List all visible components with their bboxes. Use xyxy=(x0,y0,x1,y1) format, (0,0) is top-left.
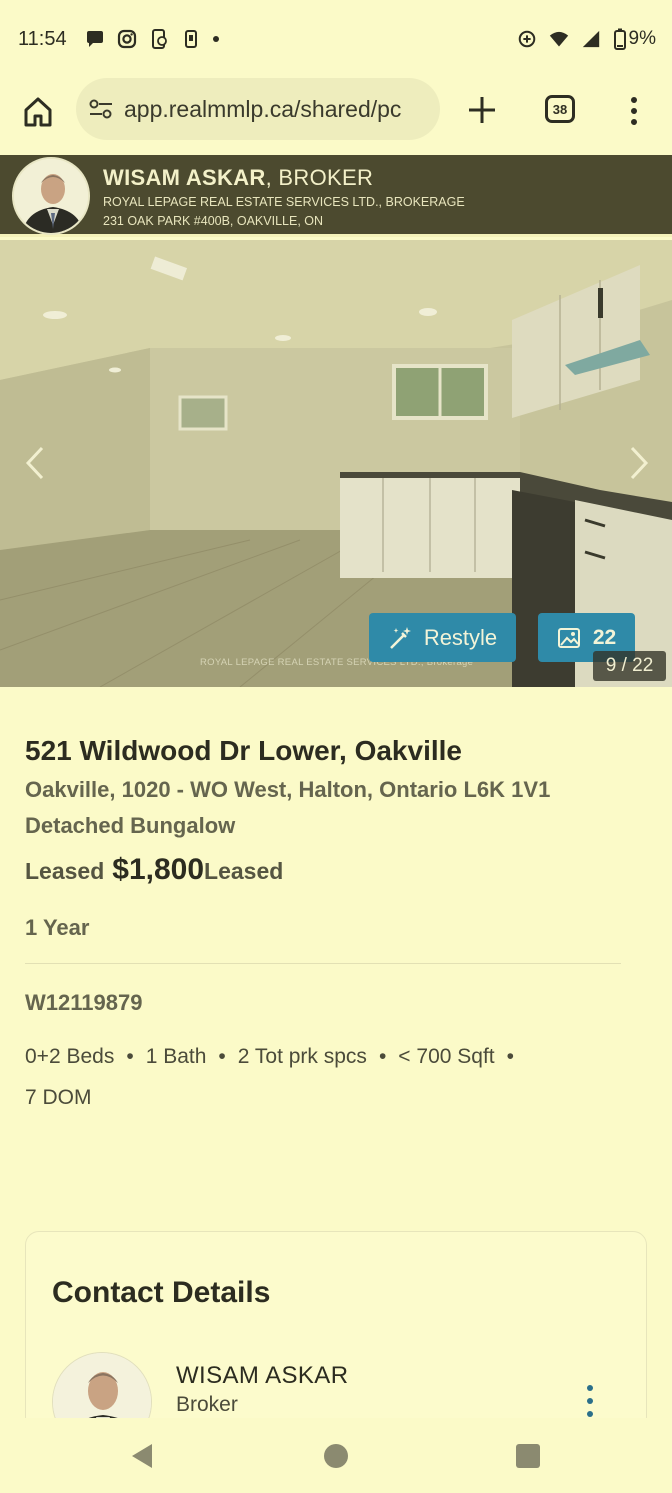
contact-heading: Contact Details xyxy=(52,1276,271,1309)
plus-icon xyxy=(469,97,495,123)
lease-term: 1 Year xyxy=(25,915,90,940)
listing-facts: 0+2 Beds • 1 Bath • 2 Tot prk spcs • < 700 Sqf… xyxy=(25,1036,625,1118)
price-row: Leased $1,800 Leased xyxy=(25,853,625,887)
status-time: 11:54 xyxy=(18,27,67,50)
tab-switcher-button[interactable]: 38 xyxy=(545,95,575,123)
more-dot xyxy=(587,1411,593,1417)
browser-toolbar: app.realmmlp.ca/shared/pc 38 xyxy=(0,78,672,152)
agent-brokerage: ROYAL LEPAGE REAL ESTATE SERVICES LTD., … xyxy=(103,195,465,209)
site-settings-icon[interactable] xyxy=(88,97,114,121)
more-dot xyxy=(587,1385,593,1391)
address-bar[interactable]: app.realmmlp.ca/shared/pc xyxy=(76,78,440,140)
restyle-button[interactable]: Restyle xyxy=(369,613,516,662)
status-right: 9% xyxy=(517,28,656,50)
photo-count: 22 xyxy=(592,625,617,649)
browser-menu-button[interactable] xyxy=(622,94,646,128)
restyle-label: Restyle xyxy=(423,624,498,650)
home-circle-button[interactable] xyxy=(324,1444,348,1468)
agent-name: WISAM ASKAR xyxy=(103,165,266,190)
sqft: < 700 Sqft xyxy=(398,1045,495,1068)
chevron-right-icon xyxy=(630,446,649,480)
image-icon xyxy=(557,627,580,648)
device-icon xyxy=(181,29,201,49)
agent-avatar xyxy=(12,157,90,235)
data-saver-icon xyxy=(517,29,537,49)
parking: 2 Tot prk spcs xyxy=(237,1045,367,1068)
listing-area: Oakville, 1020 - WO West, Halton, Ontari… xyxy=(25,777,551,802)
new-tab-button[interactable] xyxy=(464,92,500,128)
chat-icon xyxy=(85,29,105,49)
separator: • xyxy=(378,1045,387,1068)
home-icon xyxy=(24,97,52,127)
battery-percent: 9% xyxy=(628,28,656,49)
back-button[interactable] xyxy=(130,1443,154,1474)
mls-number: W12119879 xyxy=(25,990,143,1015)
battery-icon xyxy=(613,28,627,50)
gallery-prev-button[interactable] xyxy=(20,440,50,486)
contact-role: Broker xyxy=(176,1393,238,1416)
status-badge: Leased xyxy=(204,858,284,884)
separator: • xyxy=(126,1045,134,1068)
beds: 0+2 Beds xyxy=(25,1045,115,1068)
listing-type: Detached Bungalow xyxy=(25,813,236,838)
recents-button[interactable] xyxy=(516,1444,540,1468)
listing-price: $1,800 xyxy=(112,853,205,886)
status-left: 11:54 xyxy=(18,28,219,51)
contact-card: Contact Details WISAM ASKAR Broker xyxy=(25,1231,647,1452)
listing-photo-gallery[interactable]: ROYAL LEPAGE REAL ESTATE SERVICES LTD., … xyxy=(0,240,672,687)
baths: 1 Bath xyxy=(145,1045,207,1068)
listing-details: 521 Wildwood Dr Lower, Oakville Oakville… xyxy=(25,735,625,1118)
wifi-icon xyxy=(549,29,569,49)
status-bar: 11:54 9% xyxy=(0,0,672,78)
separator: • xyxy=(218,1045,226,1068)
divider xyxy=(25,963,621,964)
chevron-left-icon xyxy=(25,446,44,480)
notification-dot xyxy=(212,36,219,42)
agent-name-line: WISAM ASKAR, BROKER xyxy=(103,165,373,191)
magic-wand-icon xyxy=(389,626,411,649)
contact-name: WISAM ASKAR xyxy=(176,1362,349,1389)
agent-banner: WISAM ASKAR, BROKER ROYAL LEPAGE REAL ES… xyxy=(0,155,672,237)
agent-title: , BROKER xyxy=(265,165,374,190)
system-navigation-bar xyxy=(0,1418,672,1493)
url-text[interactable]: app.realmmlp.ca/shared/pc xyxy=(124,96,401,123)
days-on-market: 7 DOM xyxy=(25,1086,92,1109)
menu-dot xyxy=(631,97,637,103)
separator: • xyxy=(506,1045,514,1068)
home-button[interactable] xyxy=(20,94,56,130)
gallery-next-button[interactable] xyxy=(624,440,654,486)
phone-sync-icon xyxy=(149,29,169,49)
more-dot xyxy=(587,1398,593,1404)
contact-more-button[interactable] xyxy=(582,1385,598,1417)
agent-office-address: 231 OAK PARK #400B, OAKVILLE, ON xyxy=(103,214,324,228)
signal-icon xyxy=(581,29,601,49)
listing-address: 521 Wildwood Dr Lower, Oakville xyxy=(25,735,462,766)
menu-dot xyxy=(631,119,637,125)
status-label: Leased xyxy=(25,858,105,884)
photo-counter: 9 / 22 xyxy=(593,651,666,681)
instagram-icon xyxy=(117,29,137,49)
menu-dot xyxy=(631,108,637,114)
back-triangle-icon xyxy=(132,1444,152,1468)
